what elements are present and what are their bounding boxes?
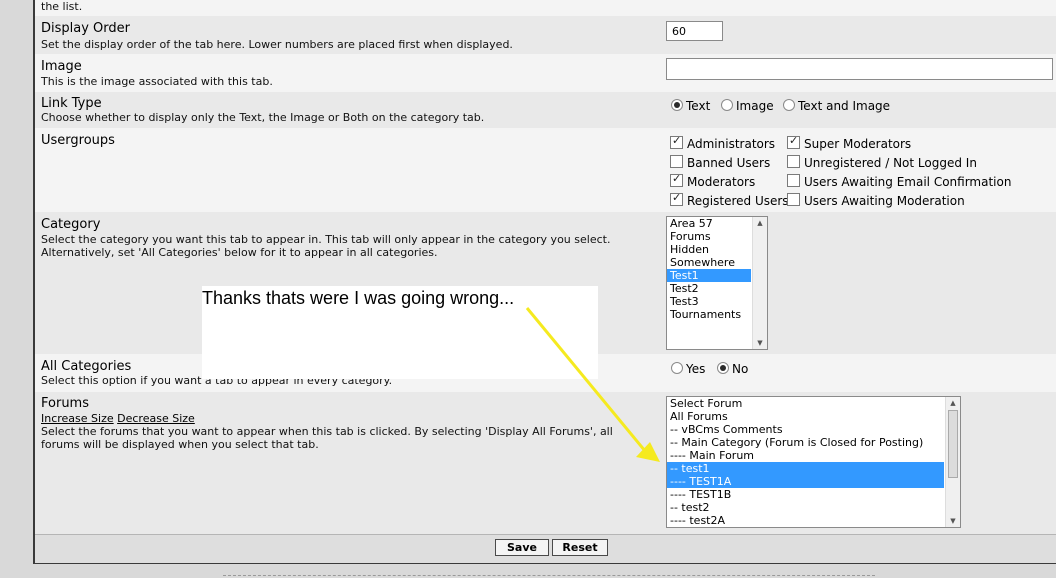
divider: [223, 575, 875, 576]
annotation-arrow: [525, 307, 660, 462]
arrow-line: [525, 307, 652, 458]
